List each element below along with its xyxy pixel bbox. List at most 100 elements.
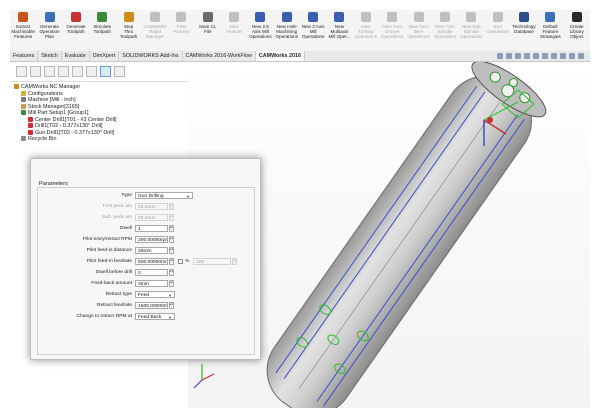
ribbon-button[interactable]: New Turning Operations (353, 10, 379, 51)
sub-peck-row: Sub. peck am 25.4mm ▴▾ (31, 214, 261, 222)
feature-manager-icon[interactable] (16, 66, 27, 77)
pilot-rpm-spinner[interactable]: ▴▾ (169, 236, 174, 243)
retract-feedrate-label: Retract feedrate (96, 303, 132, 308)
ribbon-command-icon (229, 12, 240, 22)
command-tab[interactable]: DimXpert (90, 51, 120, 61)
retract-feedrate-spinner[interactable]: ▴▾ (169, 302, 174, 309)
ribbon-button-label: Post Process (173, 24, 190, 34)
tree-node-icon (28, 116, 33, 122)
tree-item-label: Drill1[T02 - 0.377x130° Drill] (35, 123, 103, 129)
configuration-manager-icon[interactable] (44, 66, 55, 77)
ribbon-button[interactable]: Sort Operations (484, 10, 510, 51)
pilot-feedrate-spinner[interactable]: ▴▾ (169, 258, 174, 265)
ribbon-button[interactable]: New Hole Machining Operations (274, 10, 300, 51)
ribbon-button[interactable]: New Turn Groove Operations (379, 10, 405, 51)
ribbon-button-label: New Turn Bore Operations (407, 24, 430, 39)
pilot-feedrate-row: Pilot feed-in feedrate 500.00000mm ▴▾ % … (31, 258, 261, 266)
previous-view-icon[interactable] (515, 53, 521, 59)
ribbon-button[interactable]: New Multiaxis Mill Oper... (326, 10, 352, 51)
ribbon-button[interactable]: Simulate Toolpath (89, 10, 115, 51)
command-tab[interactable]: Features (10, 51, 39, 61)
command-tab[interactable]: Sketch (38, 51, 62, 61)
ribbon-button[interactable]: Generate Toolpath (63, 10, 89, 51)
view-orientation-icon[interactable] (533, 53, 539, 59)
first-peck-spinner: ▴▾ (169, 203, 174, 210)
ribbon-command-icon (466, 12, 477, 22)
ribbon-button[interactable]: New Turn Bore Operations (405, 10, 431, 51)
display-manager-icon[interactable] (72, 66, 83, 77)
change-rpm-select[interactable]: Feed Back ▼ (135, 313, 175, 320)
ribbon-button[interactable]: New 2.5 Axis Mill Operations (247, 10, 273, 51)
tree-item-label: Center Drill1[T01 - #3 Center Drill] (35, 116, 117, 123)
first-peck-input: 25.4mm (135, 203, 168, 210)
display-style-icon[interactable] (542, 53, 548, 59)
command-tab[interactable]: SOLIDWORKS Add-Ins (119, 51, 183, 61)
retract-feedrate-input[interactable]: 1500.00000mm (135, 302, 168, 309)
ribbon-command-icon (255, 12, 266, 22)
ribbon-button[interactable]: New 3 Axis Mill Operations (300, 10, 326, 51)
hide-show-icon[interactable] (551, 53, 557, 59)
zoom-area-icon[interactable] (506, 53, 512, 59)
ribbon-button-label: New Sub Spindle Operations (460, 24, 483, 39)
ribbon-button-label: New Turn Spindle Operations (433, 24, 457, 39)
ribbon-button[interactable]: Default Feature Strategies (537, 10, 563, 51)
change-rpm-value: Feed Back (138, 315, 162, 320)
dwell-spinner[interactable]: ▴▾ (169, 225, 174, 232)
ribbon-button[interactable]: New Turn Spindle Operations (432, 10, 458, 51)
tree-node-icon (14, 84, 19, 89)
tree-item[interactable]: Recycle Bin (10, 136, 188, 143)
pilot-rpm-input[interactable]: 200.00000rpm (135, 236, 168, 243)
retract-feedrate-row: Retract feedrate 1500.00000mm ▴▾ (31, 302, 261, 310)
camworks-operation-tree-icon[interactable] (100, 66, 111, 77)
pilot-feedrate-input[interactable]: 500.00000mm (135, 258, 168, 265)
sub-peck-input: 25.4mm (135, 214, 168, 221)
command-tab[interactable]: CAMWorks 2016 (255, 51, 306, 61)
section-view-icon[interactable] (524, 53, 530, 59)
ribbon-button-label: CAMWorks Rapid Manager (143, 24, 167, 39)
dwell-before-drill-input[interactable]: 2 (135, 269, 168, 276)
ribbon-button[interactable]: New Sub Spindle Operations (458, 10, 484, 51)
dwell-label: Dwell (120, 226, 132, 231)
command-ribbon: Extract Machinable Features Generate Oper… (10, 10, 590, 52)
retract-type-row: Retract type Feed ▼ (31, 291, 261, 299)
ribbon-button[interactable]: Generate Operation Plan (36, 10, 62, 51)
sub-peck-label: Sub. peck am (102, 215, 132, 220)
zoom-fit-icon[interactable] (497, 53, 503, 59)
dwell-before-drill-spinner[interactable]: ▴▾ (169, 269, 174, 276)
ribbon-button[interactable]: Extract Machinable Features (10, 10, 36, 51)
feedback-amount-input[interactable]: 3mm (135, 280, 168, 287)
pilot-distance-spinner[interactable]: ▴▾ (169, 247, 174, 254)
command-tab[interactable]: CAMWorks 2016-WorkFlow (183, 51, 256, 61)
view-settings-icon[interactable] (578, 53, 584, 59)
ribbon-button-label: Generate Operation Plan (39, 24, 60, 39)
ribbon-button-label: New Multiaxis Mill Oper... (328, 24, 351, 39)
ribbon-button[interactable]: New Feature (221, 10, 247, 51)
feedback-amount-spinner[interactable]: ▴▾ (169, 280, 174, 287)
ribbon-command-icon (519, 12, 529, 22)
camworks-tool-tree-icon[interactable] (114, 66, 125, 77)
ribbon-button[interactable]: CAMWorks Rapid Manager (142, 10, 168, 51)
retract-type-select[interactable]: Feed ▼ (135, 291, 175, 298)
ribbon-button-label: Simulate Toolpath (93, 24, 112, 34)
camworks-feature-tree-icon[interactable] (86, 66, 97, 77)
ribbon-button[interactable]: Step Thru Toolpath (115, 10, 141, 51)
ribbon-button-label: Sort Operations (486, 24, 509, 34)
ribbon-button[interactable]: Post Process (168, 10, 194, 51)
ribbon-command-icon (149, 12, 160, 22)
dimxpert-manager-icon[interactable] (58, 66, 69, 77)
type-select[interactable]: Gun Drilling ▼ (135, 192, 193, 199)
dwell-input[interactable]: 1 (135, 225, 168, 232)
chevron-down-icon: ▼ (168, 293, 172, 298)
scene-icon[interactable] (569, 53, 575, 59)
appearance-icon[interactable] (560, 53, 566, 59)
percent-checkbox[interactable] (178, 259, 183, 264)
property-manager-icon[interactable] (30, 66, 41, 77)
ribbon-button[interactable]: Create Library Object (564, 10, 590, 51)
ribbon-button-label: New Turn Groove Operations (380, 24, 404, 39)
percent-spinner: ▴▾ (232, 258, 237, 265)
ribbon-button[interactable]: Technology Database (511, 10, 537, 51)
pilot-distance-input[interactable]: 25mm (135, 247, 168, 254)
ribbon-button[interactable]: Save CL File (195, 10, 221, 51)
tree-node-icon (21, 103, 26, 109)
command-tab[interactable]: Evaluate (62, 51, 90, 61)
